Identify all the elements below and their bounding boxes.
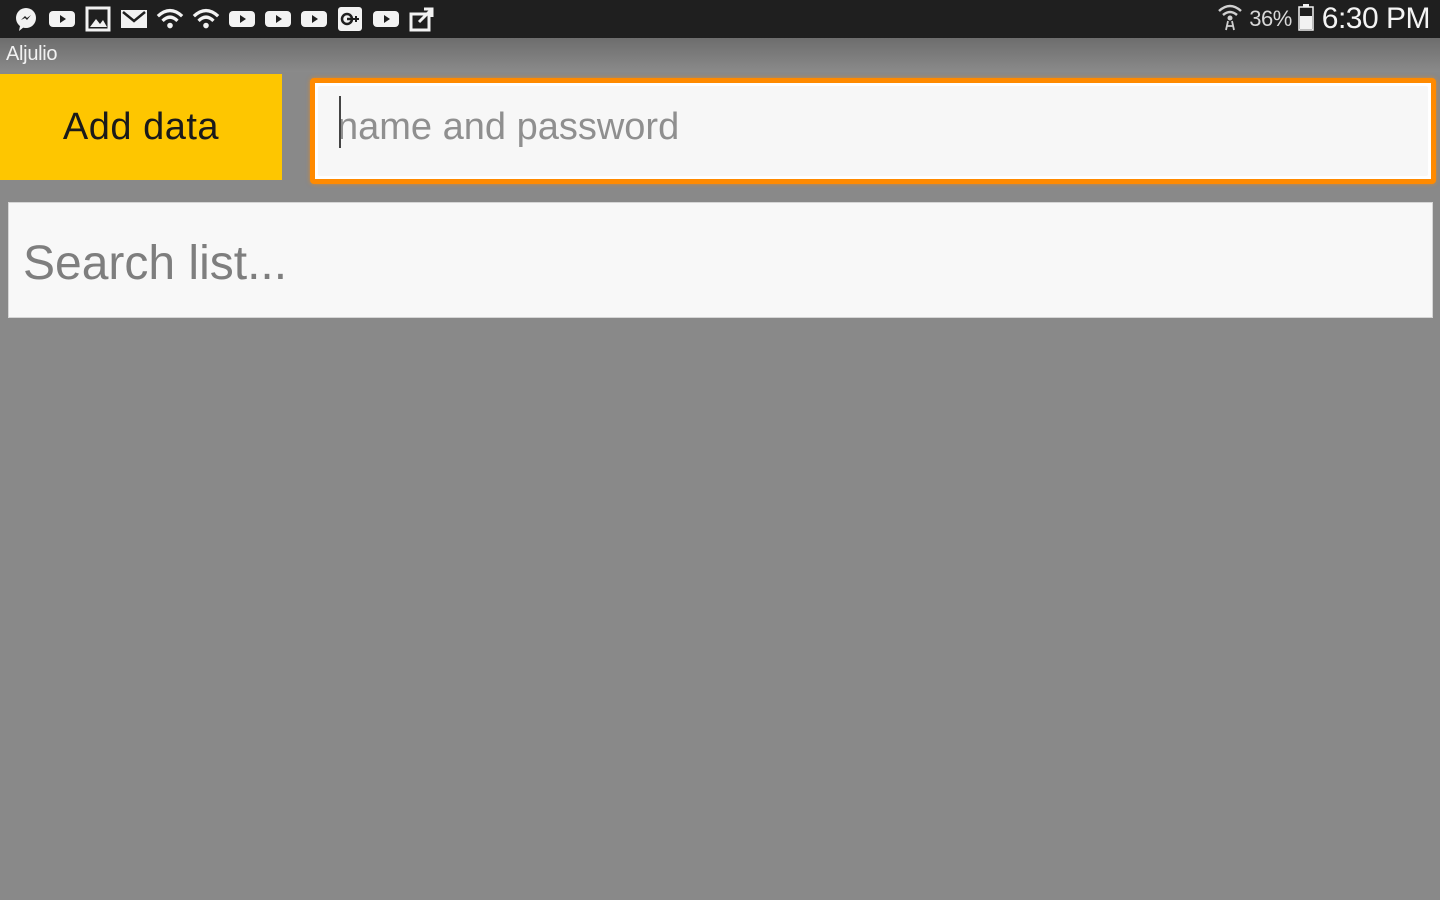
add-data-button-label: Add data — [62, 105, 220, 148]
notification-icons — [12, 5, 436, 33]
youtube-icon — [264, 7, 292, 31]
search-input[interactable] — [23, 233, 1403, 293]
app-title-bar: Aljulio — [0, 38, 1440, 72]
clock: 6:30 PM — [1321, 2, 1431, 35]
app-title: Aljulio — [6, 43, 58, 65]
text-cursor — [339, 96, 341, 148]
youtube-icon — [372, 7, 400, 31]
email-icon — [120, 7, 148, 31]
messenger-icon — [12, 7, 40, 31]
status-bar: 36% 6:30 PM — [0, 0, 1440, 38]
youtube-icon — [300, 7, 328, 31]
status-indicators: 36% 6:30 PM — [1217, 0, 1431, 38]
data-list — [0, 320, 1440, 900]
name-password-input[interactable] — [337, 95, 1397, 159]
battery-icon — [1298, 3, 1314, 36]
search-field[interactable] — [8, 202, 1433, 318]
add-data-button[interactable]: Add data — [0, 74, 282, 180]
gallery-icon — [84, 6, 112, 32]
google-plus-icon — [336, 7, 364, 31]
wifi-signal-icon — [1217, 3, 1243, 36]
share-icon — [408, 7, 436, 32]
youtube-icon — [48, 7, 76, 31]
wifi-icon — [192, 7, 220, 31]
youtube-icon — [228, 7, 256, 31]
wifi-icon — [156, 7, 184, 31]
name-password-field[interactable] — [310, 78, 1436, 184]
battery-percent: 36% — [1249, 6, 1292, 31]
